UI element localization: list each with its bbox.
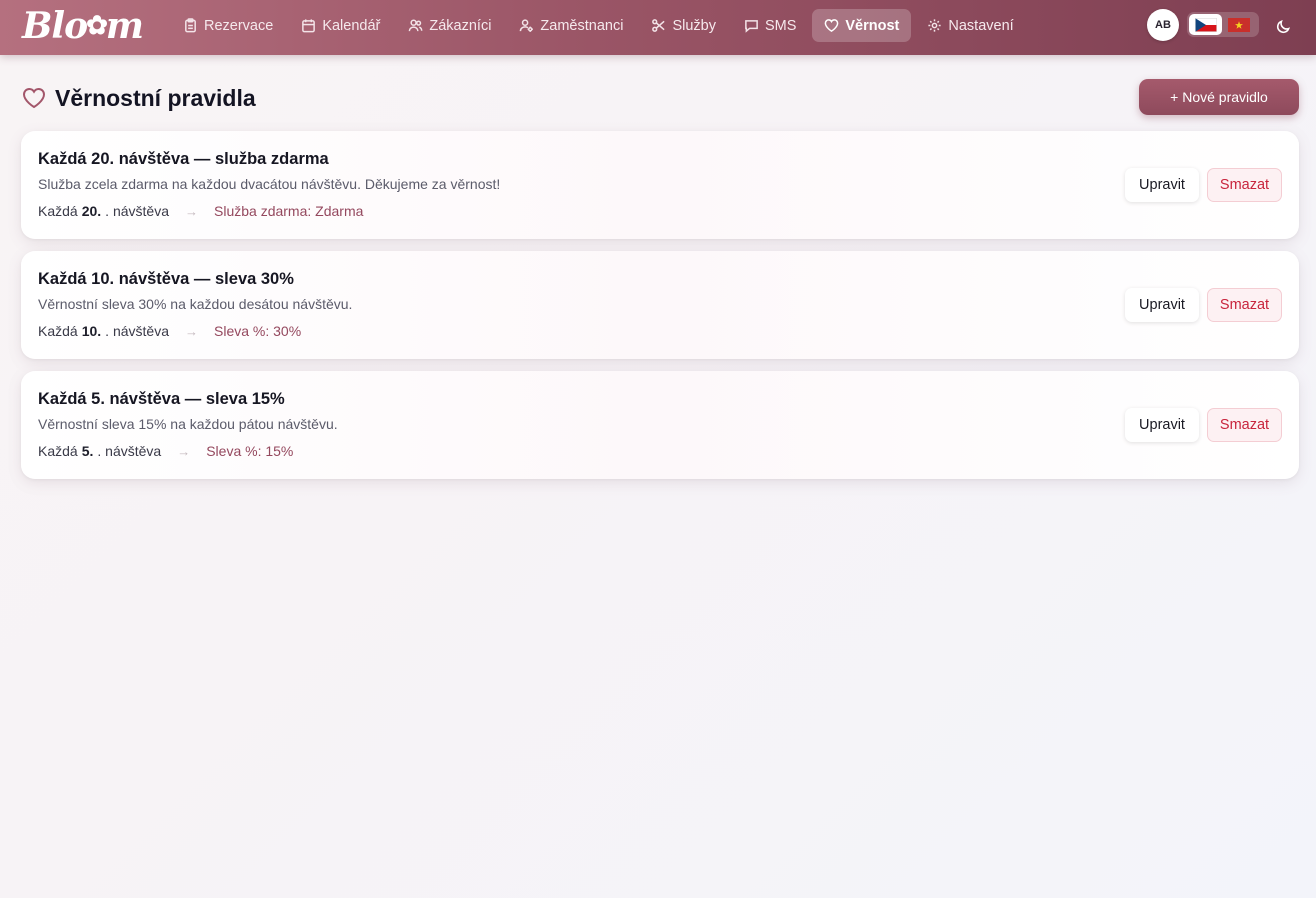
nav-item-kalendar[interactable]: Kalendář	[289, 9, 392, 42]
nav-label: Nastavení	[948, 17, 1014, 34]
nav-item-zakaznici[interactable]: Zákazníci	[396, 9, 503, 42]
heart-icon	[825, 19, 839, 33]
rule-condition: Každá 5. . návštěva → Sleva %: 15%	[38, 443, 293, 459]
rule-condition: Každá 20. . návštěva → Služba zdarma: Zd…	[38, 203, 363, 219]
gear-icon	[928, 19, 941, 32]
edit-rule-button[interactable]: Upravit	[1125, 168, 1199, 202]
rule-meta-suffix: . návštěva	[97, 443, 162, 459]
loyalty-rules-list: Každá 20. návštěva — služba zdarma Služb…	[21, 131, 1299, 491]
nav-item-nastaveni[interactable]: Nastavení	[915, 9, 1025, 42]
new-rule-button[interactable]: + Nové pravidlo	[1139, 79, 1299, 115]
nav-label: Služby	[672, 17, 716, 34]
nav-item-sluzby[interactable]: Služby	[639, 9, 728, 42]
rule-card: Každá 5. návštěva — sleva 15% Věrnostní …	[21, 371, 1299, 479]
heart-icon	[22, 87, 46, 109]
rule-description: Věrnostní sleva 15% na každou pátou návš…	[38, 416, 338, 432]
language-switcher	[1187, 12, 1259, 37]
vn-flag-icon	[1227, 17, 1250, 32]
rule-card: Každá 10. návštěva — sleva 30% Věrnostní…	[21, 251, 1299, 359]
rule-reward: Sleva %: 30%	[214, 323, 302, 339]
nav-label: Věrnost	[845, 17, 900, 34]
rule-meta-prefix: Každá	[38, 323, 78, 339]
clipboard-icon	[185, 18, 196, 33]
logo-text-left: Blo	[22, 5, 88, 47]
nav-item-rezervace[interactable]: Rezervace	[171, 9, 285, 42]
nav-label: SMS	[764, 17, 797, 34]
nav-label: Zákazníci	[429, 17, 492, 34]
dark-mode-toggle[interactable]	[1271, 14, 1295, 38]
rule-meta-suffix: . návštěva	[105, 323, 169, 339]
top-navigation-bar: Blo ✿ m Rezervace Kalendář Zákazníci Zam…	[0, 0, 1316, 55]
staff-icon	[520, 19, 534, 32]
delete-rule-button[interactable]: Smazat	[1207, 168, 1282, 202]
rule-title: Každá 20. návštěva — služba zdarma	[38, 150, 329, 168]
rule-card: Každá 20. návštěva — služba zdarma Služb…	[21, 131, 1299, 239]
rule-meta-prefix: Každá	[38, 203, 78, 219]
moon-icon	[1276, 19, 1290, 33]
delete-rule-button[interactable]: Smazat	[1207, 408, 1282, 442]
rule-condition: Každá 10. . návštěva → Sleva %: 30%	[38, 323, 301, 339]
page-title: Věrnostní pravidla	[22, 84, 256, 112]
page-heading: Věrnostní pravidla	[55, 84, 256, 111]
nav-label: Rezervace	[204, 17, 274, 34]
language-option-vn[interactable]	[1222, 14, 1255, 35]
nav-label: Zaměstnanci	[540, 17, 624, 34]
nav-item-sms[interactable]: SMS	[732, 9, 808, 42]
rule-visit-number: 10.	[81, 323, 102, 339]
edit-rule-button[interactable]: Upravit	[1125, 288, 1199, 322]
arrow-right-icon: →	[185, 203, 198, 219]
rule-meta-prefix: Každá	[38, 443, 78, 459]
message-icon	[745, 20, 758, 33]
rule-meta-suffix: . návštěva	[105, 203, 169, 219]
rule-visit-number: 20.	[81, 203, 102, 219]
delete-rule-button[interactable]: Smazat	[1207, 288, 1282, 322]
rule-visit-number: 5.	[81, 443, 94, 459]
edit-rule-button[interactable]: Upravit	[1125, 408, 1199, 442]
arrow-right-icon: →	[185, 323, 198, 339]
nav-label: Kalendář	[322, 17, 381, 34]
nav-item-vernost[interactable]: Věrnost	[812, 9, 912, 42]
rule-title: Každá 10. návštěva — sleva 30%	[38, 270, 294, 288]
flower-icon: ✿	[86, 11, 108, 41]
rule-description: Věrnostní sleva 30% na každou desátou ná…	[38, 296, 353, 312]
users-icon	[409, 19, 423, 32]
rule-reward: Služba zdarma: Zdarma	[214, 203, 364, 219]
avatar-initials: AB	[1155, 19, 1171, 31]
rule-reward: Sleva %: 15%	[206, 443, 294, 459]
language-option-cs[interactable]	[1189, 14, 1222, 35]
main-nav: Rezervace Kalendář Zákazníci Zaměstnanci…	[171, 9, 1030, 42]
new-rule-label: + Nové pravidlo	[1170, 89, 1268, 105]
nav-item-zamestnanci[interactable]: Zaměstnanci	[507, 9, 635, 42]
calendar-icon	[302, 19, 316, 33]
rule-description: Služba zcela zdarma na každou dvacátou n…	[38, 176, 501, 192]
user-avatar[interactable]: AB	[1147, 9, 1179, 41]
rule-title: Každá 5. návštěva — sleva 15%	[38, 390, 285, 408]
logo-text-right: m	[105, 5, 144, 47]
bloom-logo[interactable]: Blo ✿ m	[22, 5, 144, 47]
scissors-icon	[652, 19, 666, 32]
arrow-right-icon: →	[177, 443, 191, 459]
cs-flag-icon	[1194, 17, 1217, 32]
